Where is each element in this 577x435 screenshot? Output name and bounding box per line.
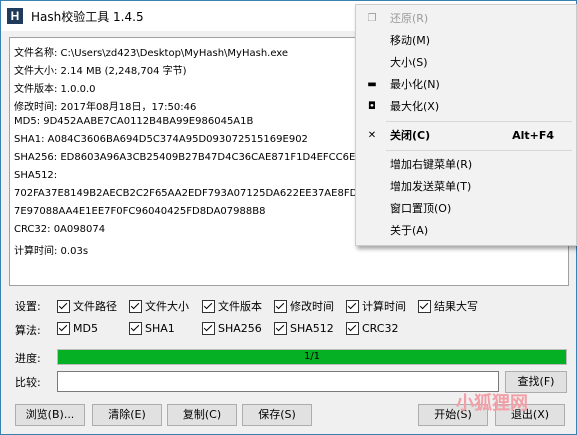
output-sha512-part2: 7E97088AA4E1EE7F0FC96040425FD8DA07988B8	[14, 206, 266, 217]
clear-button[interactable]: 清除(E)	[92, 404, 162, 426]
setting-uppercase-checkbox[interactable]: 结果大写	[418, 298, 478, 314]
browse-button[interactable]: 浏览(B)...	[15, 404, 85, 426]
checkbox-checked-icon	[57, 322, 70, 335]
output-crc32: CRC32: 0A098074	[14, 224, 106, 235]
settings-label: 设置:	[15, 300, 41, 313]
menu-item-topmost[interactable]: 窗口置顶(O)	[356, 198, 576, 220]
output-sha512-part1: 702FA37E8149B2AECB2C2F65AA2EDF793A07125D…	[14, 188, 371, 199]
checkbox-checked-icon	[57, 299, 70, 313]
checkbox-checked-icon	[274, 299, 287, 313]
setting-file-path-checkbox[interactable]: 文件路径	[57, 298, 117, 314]
checkbox-checked-icon	[129, 299, 142, 313]
checkbox-checked-icon	[418, 299, 431, 313]
window-title: Hash校验工具 1.4.5	[31, 10, 144, 24]
output-file-size: 文件大小: 2.14 MB (2,248,704 字节)	[14, 66, 187, 77]
close-icon: ✕	[367, 130, 377, 141]
progress-bar: 1/1	[57, 349, 567, 365]
setting-modified-time-checkbox[interactable]: 修改时间	[274, 298, 334, 314]
output-md5: MD5: 9D452AABE7CA0112B4BA99E986045A1B	[14, 116, 254, 127]
algorithms-label: 算法:	[15, 324, 41, 337]
menu-item-minimize[interactable]: ▬ 最小化(N)	[356, 74, 576, 96]
compare-input[interactable]	[57, 371, 499, 392]
menu-item-size[interactable]: 大小(S)	[356, 52, 576, 74]
output-modified-time: 修改时间: 2017年08月18日，17:50:46	[14, 102, 197, 113]
checkbox-checked-icon	[346, 322, 359, 335]
output-file-version: 文件版本: 1.0.0.0	[14, 84, 96, 95]
progress-text: 1/1	[303, 351, 321, 362]
minimize-icon: ▬	[367, 79, 377, 90]
maximize-icon: ◘	[368, 101, 376, 112]
setting-file-size-checkbox[interactable]: 文件大小	[129, 298, 189, 314]
save-button[interactable]: 保存(S)	[242, 404, 312, 426]
checkbox-checked-icon	[202, 299, 215, 313]
checkbox-checked-icon	[274, 322, 287, 335]
output-calc-time: 计算时间: 0.03s	[14, 246, 89, 257]
compare-label: 比较:	[15, 376, 41, 389]
menu-item-close[interactable]: ✕ 关闭(C) Alt+F4	[356, 125, 576, 147]
output-sha512-label: SHA512:	[14, 170, 58, 181]
menu-item-maximize[interactable]: ◘ 最大化(X)	[356, 96, 576, 118]
setting-file-version-checkbox[interactable]: 文件版本	[202, 298, 262, 314]
copy-button[interactable]: 复制(C)	[167, 404, 237, 426]
menu-separator	[386, 150, 572, 151]
setting-calc-time-checkbox[interactable]: 计算时间	[346, 298, 406, 314]
menu-item-move[interactable]: 移动(M)	[356, 30, 576, 52]
close-shortcut: Alt+F4	[512, 129, 554, 142]
system-context-menu: ❐ 还原(R) 移动(M) 大小(S) ▬ 最小化(N) ◘ 最大化(X) ✕ …	[355, 4, 577, 246]
algo-crc32-checkbox[interactable]: CRC32	[346, 322, 398, 335]
output-sha1: SHA1: A084C3606BA694D5C374A95D0930725151…	[14, 134, 308, 145]
algo-md5-checkbox[interactable]: MD5	[57, 322, 98, 335]
restore-icon: ❐	[367, 13, 377, 24]
progress-label: 进度:	[15, 352, 41, 365]
watermark-logo: 小狐狸网	[456, 393, 528, 414]
menu-separator	[386, 121, 572, 122]
algo-sha1-checkbox[interactable]: SHA1	[129, 322, 175, 335]
menu-item-add-right-click[interactable]: 增加右键菜单(R)	[356, 154, 576, 176]
app-icon[interactable]: H	[7, 8, 23, 24]
checkbox-checked-icon	[202, 322, 215, 335]
menu-item-about[interactable]: 关于(A)	[356, 220, 576, 242]
checkbox-checked-icon	[346, 299, 359, 313]
menu-item-restore[interactable]: ❐ 还原(R)	[356, 8, 576, 30]
output-file-name: 文件名称: C:\Users\zd423\Desktop\MyHash\MyHa…	[14, 48, 289, 59]
output-sha256: SHA256: ED8603A96A3CB25409B27B47D4C36CAE…	[14, 152, 376, 163]
checkbox-checked-icon	[129, 322, 142, 335]
menu-item-add-send-to[interactable]: 增加发送菜单(T)	[356, 176, 576, 198]
algo-sha256-checkbox[interactable]: SHA256	[202, 322, 262, 335]
algo-sha512-checkbox[interactable]: SHA512	[274, 322, 334, 335]
